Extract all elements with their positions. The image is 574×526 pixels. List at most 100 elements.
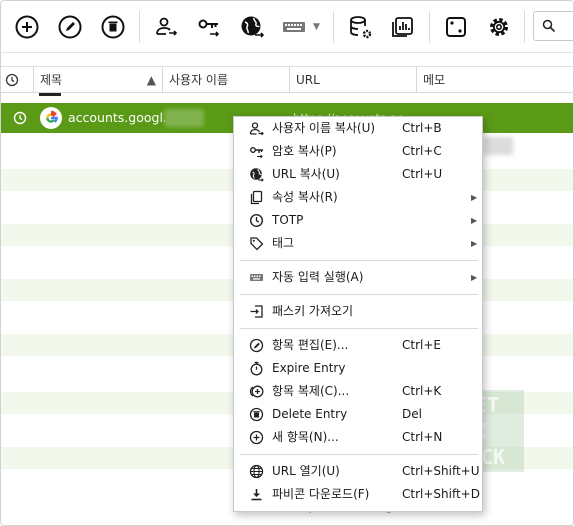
redacted-notes [483,137,513,155]
password-generator-button[interactable] [441,12,471,42]
reports-button[interactable] [387,12,417,42]
clock-icon [5,73,19,87]
user-arrow-icon [156,17,178,36]
submenu-arrow-icon: ▶ [471,239,478,248]
google-logo-icon [40,107,62,129]
submenu-arrow-icon: ▶ [471,193,478,202]
menu-item-label: 파비콘 다운로드(F) [272,487,370,501]
add-entry-button[interactable] [12,12,42,42]
header-username-column[interactable]: 사용자 이름 [163,67,290,93]
key-icon [250,147,263,159]
menu-item-clone-entry[interactable]: 항목 복제(C)... Ctrl+K [234,380,482,403]
header-notes-label: 메모 [423,73,446,87]
trash-circle-icon [101,15,125,39]
settings-button[interactable] [484,12,514,42]
menu-item-label: TOTP [272,213,304,227]
edit-icon [249,338,264,353]
globe-icon [249,464,264,479]
menu-item-delete-entry[interactable]: Delete Entry Del [234,403,482,426]
database-gear-icon [350,16,372,39]
header-notes-column[interactable]: 메모 [417,67,573,93]
menu-item-open-url[interactable]: URL 열기(U) Ctrl+Shift+U [234,460,482,483]
edit-entry-button[interactable] [55,12,85,42]
keyboard-icon [283,22,305,32]
menu-item-shortcut: Ctrl+N [402,430,443,444]
menu-item-label: 속성 복사(R) [272,190,338,204]
pencil-circle-icon [58,15,82,39]
import-icon [250,305,263,318]
search-input[interactable] [533,11,573,41]
menu-item-shortcut: Ctrl+Shift+U [402,464,480,478]
menu-item-expire-entry[interactable]: Expire Entry [234,357,482,380]
menu-item-edit-entry[interactable]: 항목 편집(E)... Ctrl+E [234,334,482,357]
header-title-column[interactable]: 제목 ▲ [34,67,163,93]
user-icon [249,122,264,136]
globe-icon [250,168,264,182]
menu-item-shortcut: Del [402,407,422,421]
menu-item-totp[interactable]: TOTP ▶ [234,209,482,232]
menu-item-new-entry[interactable]: 새 항목(N)... Ctrl+N [234,426,482,449]
menu-item-copy-username[interactable]: 사용자 이름 복사(U) Ctrl+B [234,117,482,140]
database-settings-button[interactable] [345,12,375,42]
app-window: ▼ 제목 ▲ 사용자 이름 URL 메모 accounts.googl... 사… [0,0,574,526]
menu-item-label: 항목 편집(E)... [272,338,349,352]
sort-asc-icon: ▲ [146,73,156,87]
toolbar-gap [1,54,573,66]
entry-title: accounts.googl... [68,110,175,125]
clone-icon [249,385,264,398]
menu-item-copy-password[interactable]: 암호 복사(P) Ctrl+C [234,140,482,163]
menu-item-shortcut: Ctrl+B [402,121,442,135]
submenu-arrow-icon: ▶ [471,216,478,225]
clock-icon [13,111,27,125]
menu-item-tags[interactable]: 태그 ▶ [234,232,482,255]
menu-item-label: 사용자 이름 복사(U) [272,121,376,135]
submenu-arrow-icon: ▶ [471,273,478,282]
header-url-label: URL [296,73,320,87]
menu-item-label: 태그 [272,236,295,250]
plus-circle-icon [15,15,39,39]
menu-separator [240,294,478,295]
stopwatch-icon [250,361,263,376]
menu-item-autotype[interactable]: 자동 입력 실행(A) ▶ [234,266,482,289]
menu-separator [240,328,478,329]
header-title-label: 제목 [40,73,63,87]
keyboard-icon [250,274,263,281]
gear-icon [490,18,508,36]
key-arrow-icon [198,19,220,37]
header-url-column[interactable]: URL [290,67,417,93]
header-username-label: 사용자 이름 [169,73,229,87]
menu-item-shortcut: Ctrl+C [402,144,442,158]
menu-item-label: 암호 복사(P) [272,144,337,158]
menu-item-label: URL 복사(U) [272,167,340,181]
menu-item-label: URL 열기(U) [272,464,340,478]
toolbar-separator [524,11,525,43]
autotype-button[interactable]: ▼ [281,12,325,42]
menu-item-shortcut: Ctrl+U [402,167,443,181]
toolbar-separator [333,11,334,43]
menu-item-copy-attribute[interactable]: 속성 복사(R) ▶ [234,186,482,209]
toolbar: ▼ [1,1,573,53]
menu-item-label: 자동 입력 실행(A) [272,270,364,284]
copy-url-button[interactable] [237,12,267,42]
header-time-column[interactable] [1,67,34,93]
menu-item-copy-url[interactable]: URL 복사(U) Ctrl+U [234,163,482,186]
plus-icon [249,430,264,445]
menu-item-label: 패스키 가져오기 [272,304,354,318]
chevron-down-icon[interactable]: ▼ [313,22,320,32]
download-icon [251,489,262,501]
tag-icon [250,237,264,251]
toolbar-separator [429,11,430,43]
menu-item-import-passkey[interactable]: 패스키 가져오기 [234,300,482,323]
menu-item-shortcut: Ctrl+Shift+D [402,487,480,501]
menu-item-download-favicon[interactable]: 파비콘 다운로드(F) Ctrl+Shift+D [234,483,482,506]
search-icon [542,19,556,33]
menu-item-label: 새 항목(N)... [272,430,339,444]
copy-password-button[interactable] [194,12,224,42]
menu-separator [240,260,478,261]
menu-item-label: 항목 복제(C)... [272,384,350,398]
copy-icon [250,190,263,205]
globe-arrow-icon [241,16,265,38]
menu-item-shortcut: Ctrl+E [402,338,441,352]
copy-username-button[interactable] [151,12,181,42]
delete-entry-button[interactable] [98,12,128,42]
